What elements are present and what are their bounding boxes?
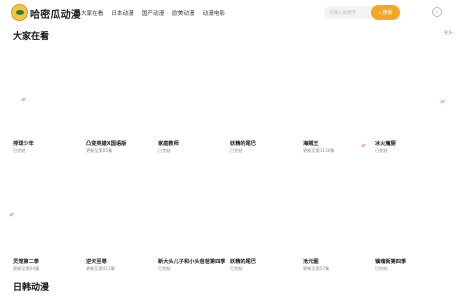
card-thumbnail[interactable] — [8, 161, 83, 257]
card-thumbnail[interactable] — [158, 161, 228, 257]
card-thumbnail[interactable] — [86, 161, 156, 257]
card-title[interactable]: 排球少年 — [13, 140, 83, 147]
nav-item-chinese[interactable]: 国产动漫 — [142, 9, 164, 17]
card-title[interactable]: 镇魂街第四季 — [375, 258, 445, 265]
nav-item-japanese[interactable]: 日本动漫 — [111, 9, 133, 17]
more-link[interactable]: 更多› — [444, 30, 454, 36]
nav-item-movies[interactable]: 动漫电影 — [203, 9, 225, 17]
trending-grid-row1: 排球少年 已完结 凸变英雄X国语版 更新至第05集 家庭教师 已完结 妖精的尾巴… — [13, 44, 449, 154]
petal-icon — [20, 96, 27, 103]
petal-icon — [439, 98, 446, 105]
card-thumbnail[interactable] — [230, 161, 300, 257]
card-thumbnail[interactable] — [375, 161, 445, 257]
card-status: 已完结 — [13, 148, 26, 153]
card-title[interactable]: 妖精的尾巴 — [230, 258, 300, 265]
section-title-jp-kr: 日韩动漫 — [13, 283, 50, 293]
trending-grid-row2: 灵笼第二季 更新至第04集 逆天至尊 更新至第411集 新大头儿子和小头爸爸第四… — [8, 161, 449, 273]
search-button-label: 搜索 — [382, 10, 393, 16]
search-button[interactable]: ⌕ 搜索 — [371, 5, 400, 20]
card-title[interactable]: 冰火魔厨 — [375, 140, 445, 147]
card-status: 已完结 — [375, 266, 388, 271]
search-icon: ⌕ — [378, 9, 382, 16]
card-status: 更新至第411集 — [86, 266, 115, 271]
card-thumbnail[interactable] — [303, 161, 373, 257]
petal-icon — [8, 211, 15, 218]
main-nav: 大家在看 日本动漫 国产动漫 欧美动漫 动漫电影 — [81, 9, 233, 17]
melon-logo-icon[interactable] — [11, 4, 28, 21]
card-title[interactable]: 新大头儿子和小头爸爸第四季 — [158, 258, 228, 265]
petal-icon — [360, 142, 367, 149]
card-thumbnail[interactable] — [13, 44, 83, 140]
top-header: 哈密瓜动漫 大家在看 日本动漫 国产动漫 欧美动漫 动漫电影 可输入关键字 ⌕ … — [0, 0, 456, 26]
section-title-trending: 大家在看 — [13, 32, 50, 42]
nav-item-western[interactable]: 欧美动漫 — [172, 9, 194, 17]
card-title[interactable]: 沧元图 — [303, 258, 373, 265]
card-status: 更新至第57集 — [303, 266, 330, 271]
user-icon[interactable]: ◦ — [432, 7, 442, 17]
card-title[interactable]: 逆天至尊 — [86, 258, 156, 265]
card-status: 已完结 — [158, 266, 171, 271]
card-status: 已完结 — [375, 148, 388, 153]
card-thumbnail[interactable] — [360, 44, 446, 149]
card-title[interactable]: 家庭教师 — [158, 140, 228, 147]
site-name[interactable]: 哈密瓜动漫 — [30, 6, 81, 21]
card-thumbnail[interactable] — [158, 44, 228, 140]
card-status: 已完结 — [230, 266, 243, 271]
card-status: 更新至第05集 — [86, 148, 113, 153]
card-title[interactable]: 妖精的尾巴 — [230, 140, 300, 147]
card-status: 已完结 — [158, 148, 171, 153]
card-thumbnail[interactable] — [230, 44, 300, 140]
card-status: 已完结 — [230, 148, 243, 153]
card-title[interactable]: 凸变英雄X国语版 — [86, 140, 156, 147]
card-thumbnail[interactable] — [303, 44, 373, 140]
card-status: 更新至第1130集 — [303, 148, 335, 153]
card-title[interactable]: 灵笼第二季 — [13, 258, 83, 265]
card-status: 更新至第04集 — [13, 266, 40, 271]
nav-item-trending[interactable]: 大家在看 — [81, 9, 103, 17]
card-thumbnail[interactable] — [86, 44, 156, 140]
